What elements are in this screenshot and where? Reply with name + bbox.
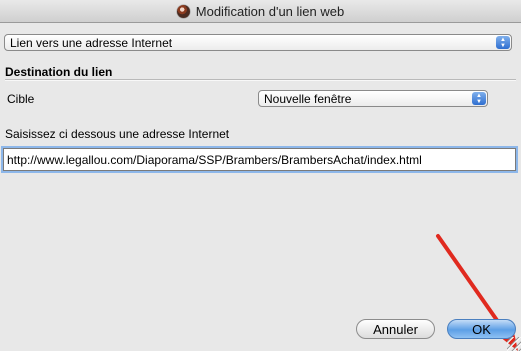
resize-grip-icon[interactable] <box>507 337 521 351</box>
dialog-window: Modification d'un lien web Lien vers une… <box>0 0 521 351</box>
cancel-button-label: Annuler <box>373 321 418 337</box>
annotation-arrow <box>436 234 518 351</box>
ok-button-label: OK <box>472 321 491 337</box>
ok-button[interactable]: OK <box>447 319 516 339</box>
cancel-button[interactable]: Annuler <box>356 319 435 339</box>
